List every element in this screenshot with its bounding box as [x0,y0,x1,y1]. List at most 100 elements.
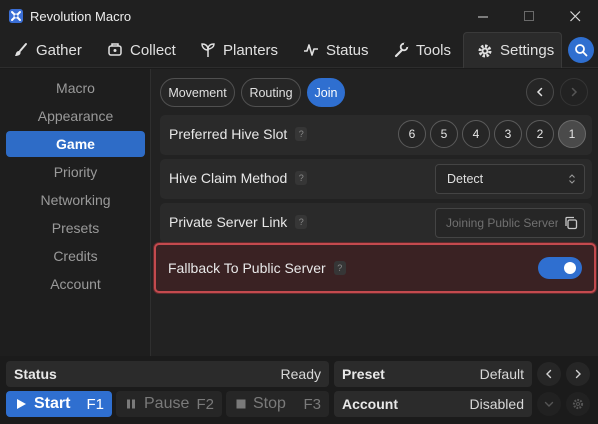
stop-button[interactable]: Stop F3 [226,391,329,417]
hive-claim-row: Hive Claim Method ? Detect [160,159,592,199]
tab-collect[interactable]: Collect [107,32,176,68]
stop-label: Stop [253,395,286,412]
hive-slot-2[interactable]: 2 [526,120,554,148]
help-icon[interactable]: ? [295,215,308,229]
tab-tools-label: Tools [416,41,452,59]
preset-value: Default [479,366,524,382]
hive-slot-5[interactable]: 5 [430,120,458,148]
help-icon[interactable]: ? [295,171,308,185]
preset-prev-button[interactable] [537,362,561,386]
tab-planters[interactable]: Planters [200,32,278,68]
sidebar-item-label: Priority [53,164,98,180]
subtab-label: Join [314,85,338,100]
preset-label: Preset [342,366,385,382]
chevron-right-icon [575,369,581,379]
status-value: Ready [280,366,321,382]
tab-planters-label: Planters [223,41,279,59]
help-icon[interactable]: ? [333,261,346,275]
account-label: Account [342,396,398,412]
sidebar-item-appearance[interactable]: Appearance [6,103,145,129]
gear-icon [572,398,584,410]
private-server-row: Private Server Link ? [160,203,592,243]
sidebar-item-priority[interactable]: Priority [6,159,145,185]
updown-chevron-icon [569,174,575,184]
play-icon [17,399,26,409]
hive-slot-4[interactable]: 4 [462,120,490,148]
account-value: Disabled [469,396,524,412]
sidebar-item-label: Presets [51,220,100,236]
app-title: Revolution Macro [30,8,132,24]
tab-gather[interactable]: Gather [13,32,82,68]
tab-collect-label: Collect [130,41,176,59]
pulse-icon [303,42,319,58]
fallback-label-text: Fallback To Public Server [168,260,326,276]
close-button[interactable] [552,0,598,32]
account-settings-button[interactable] [566,392,590,416]
sidebar-item-networking[interactable]: Networking [6,187,145,213]
private-server-label: Private Server Link ? [169,214,308,230]
preset-next-button[interactable] [566,362,590,386]
sidebar-item-label: Game [56,136,95,152]
private-server-label-text: Private Server Link [169,214,288,230]
hive-claim-label-text: Hive Claim Method [169,170,288,186]
subtab-movement[interactable]: Movement [160,78,235,107]
hive-slot-6[interactable]: 6 [398,120,426,148]
subtab-join[interactable]: Join [307,78,345,107]
sidebar-item-credits[interactable]: Credits [6,243,145,269]
chevron-left-icon [536,87,543,97]
game-settings-panel: Movement Routing Join Preferred Hive Slo… [150,69,598,356]
main-tab-bar: Gather Collect Planters Status Tools Set… [0,32,598,68]
sidebar-item-macro[interactable]: Macro [6,75,145,101]
maximize-icon [523,10,534,21]
hive-slot-row: Preferred Hive Slot ? 6 5 4 3 2 1 [160,115,592,155]
subtab-prev-button[interactable] [526,78,554,106]
hive-slot-3[interactable]: 3 [494,120,522,148]
maximize-button[interactable] [506,0,552,32]
fallback-toggle[interactable] [538,257,582,279]
private-server-input[interactable] [446,209,558,237]
subtab-next-button[interactable] [560,78,588,106]
preset-box: Preset Default [334,361,532,387]
hive-claim-select[interactable]: Detect [435,164,585,194]
sidebar-item-game[interactable]: Game [6,131,145,157]
start-button[interactable]: Start F1 [6,391,112,417]
search-icon [575,44,588,57]
tab-settings-label: Settings [500,42,555,59]
tab-tools[interactable]: Tools [393,32,451,68]
copy-icon[interactable] [564,216,578,230]
hive-slot-label: Preferred Hive Slot ? [169,126,308,142]
pause-label: Pause [144,395,190,412]
search-button[interactable] [568,37,594,63]
pause-hotkey: F2 [196,395,214,413]
status-box: Status Ready [6,361,329,387]
chevron-left-icon [546,369,552,379]
account-box: Account Disabled [334,391,532,417]
hive-claim-value: Detect [447,172,484,186]
hive-slot-1[interactable]: 1 [558,120,586,148]
sidebar-item-account[interactable]: Account [6,271,145,297]
pause-button[interactable]: Pause F2 [116,391,222,417]
start-hotkey: F1 [86,395,104,413]
tab-gather-label: Gather [36,41,82,59]
sidebar-item-presets[interactable]: Presets [6,215,145,241]
sidebar-item-label: Account [50,276,101,292]
subtab-label: Routing [249,85,293,100]
account-dropdown-button[interactable] [537,392,561,416]
minimize-button[interactable] [460,0,506,32]
wrench-icon [393,42,409,58]
subtab-label: Movement [168,85,227,100]
settings-sidebar: Macro Appearance Game Priority Networkin… [0,69,150,356]
title-bar: Revolution Macro [0,0,598,32]
collect-icon [107,42,123,58]
status-label: Status [14,366,57,382]
tab-status[interactable]: Status [303,32,369,68]
help-icon[interactable]: ? [295,127,308,141]
sidebar-item-label: Networking [40,192,111,208]
tab-settings[interactable]: Settings [463,32,562,68]
status-bar: Status Ready Preset Default Start F1 Pau… [0,356,598,424]
hive-slot-label-text: Preferred Hive Slot [169,126,288,142]
start-label: Start [34,395,71,412]
subtab-routing[interactable]: Routing [241,78,301,107]
pause-icon [127,399,135,409]
sidebar-item-label: Credits [53,248,98,264]
